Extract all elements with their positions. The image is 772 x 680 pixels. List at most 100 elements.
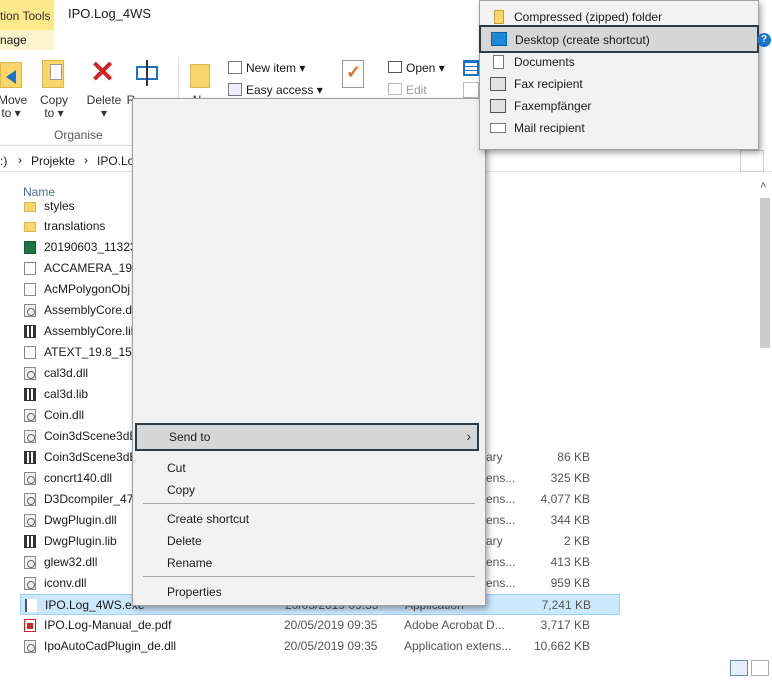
edit-button[interactable]: Edit [386, 81, 446, 99]
move-arrow-icon [6, 70, 16, 84]
dll-icon [24, 640, 36, 653]
list-item[interactable]: IPO.Log-Manual_de.pdf 20/05/2019 09:35 Ado… [20, 615, 620, 636]
details-view-button[interactable] [730, 660, 748, 676]
library-icon [24, 535, 36, 548]
delete-x-icon: ✕ [90, 56, 116, 89]
file-name: translations [44, 219, 106, 233]
scrollbar-thumb[interactable] [760, 198, 770, 348]
help-icon[interactable]: ? [757, 33, 771, 47]
move-to-label: Move to ▾ [0, 93, 28, 120]
select-none-icon[interactable] [463, 82, 479, 98]
dll-icon [24, 493, 36, 506]
tab-application-tools[interactable]: tion Tools [0, 0, 54, 30]
file-name: cal3d.lib [44, 387, 89, 401]
rename-menu-item[interactable]: Rename [133, 552, 485, 574]
file-name: ACCAMERA_19.8 [44, 261, 143, 275]
file-name: Coin.dll [44, 408, 85, 422]
edit-label: Edit [406, 83, 427, 97]
breadcrumb-projekte[interactable]: Projekte [31, 154, 75, 168]
delete-menu-item[interactable]: Delete [133, 530, 485, 552]
new-folder-icon [190, 64, 210, 88]
mail-recipient-label: Mail recipient [514, 121, 585, 135]
open-label: Open ▾ [406, 61, 445, 75]
copy-to-button[interactable]: Copy to ▾ [38, 58, 70, 120]
file-type: Application extens... [404, 639, 512, 653]
dll-icon [24, 409, 36, 422]
file-name: glew32.dll [44, 555, 98, 569]
pdf-icon [24, 619, 36, 632]
folder-icon [24, 222, 36, 232]
desktop-label: Desktop (create shortcut) [515, 33, 650, 47]
address-prefix: :) [0, 154, 8, 168]
list-item[interactable]: IpoAutoCadPlugin_de.dll 20/05/2019 09:35 A… [20, 636, 620, 657]
spreadsheet-icon [24, 241, 36, 254]
breadcrumb-chevron-icon: › [84, 153, 88, 167]
easy-access-button[interactable]: Easy access ▾ [226, 81, 323, 99]
faxempfaenger-label: Faxempfänger [514, 99, 592, 113]
edit-icon [388, 83, 402, 95]
scroll-up-arrow-icon[interactable]: ˄ [760, 180, 766, 192]
tab-manage[interactable]: nage [0, 30, 54, 50]
menu-separator [143, 503, 475, 504]
rename-label: Rename [167, 556, 213, 570]
open-button[interactable]: Open ▾ [386, 59, 456, 77]
file-name: Coin3dScene3dE [44, 429, 138, 443]
create-shortcut-menu-item[interactable]: Create shortcut [133, 508, 485, 530]
documents-icon [493, 55, 504, 69]
documents-label: Documents [514, 55, 575, 69]
mail-icon [490, 123, 506, 133]
file-type: ary [486, 450, 503, 464]
new-item-button[interactable]: New item ▾ [226, 59, 310, 77]
file-name: 20190603_113236 [44, 240, 144, 254]
send-to-faxempfaenger-item[interactable]: Faxempfänger [480, 95, 758, 117]
send-to-desktop-item[interactable]: Desktop (create shortcut) [479, 25, 759, 53]
send-to-label: Send to [169, 430, 211, 444]
file-name: concrt140.dll [44, 471, 113, 485]
delete-ribbon-button[interactable]: ✕ Delete ▾ [84, 58, 124, 120]
address-dropdown-box[interactable] [740, 150, 764, 172]
send-to-menu-item[interactable]: Send to › [135, 423, 479, 451]
file-icon [24, 262, 36, 275]
file-size: 325 KB [550, 471, 590, 485]
file-size: 10,662 KB [533, 639, 590, 653]
properties-label: Properties [167, 585, 222, 599]
dll-icon [24, 577, 36, 590]
move-to-button[interactable]: Move to ▾ [0, 58, 28, 120]
file-date: 20/05/2019 09:35 [284, 618, 378, 632]
rename-cursor-icon [146, 60, 148, 86]
file-name: AssemblyCore.dl [44, 303, 135, 317]
file-type: ens... [486, 555, 516, 569]
file-name: D3Dcompiler_47. [44, 492, 137, 506]
group-organise-label: Organise [54, 128, 103, 142]
file-size: 4,077 KB [540, 492, 590, 506]
file-name: styles [44, 199, 75, 213]
library-icon [24, 451, 36, 464]
file-size: 2 KB [563, 534, 590, 548]
large-icons-view-button[interactable] [751, 660, 769, 676]
dll-icon [24, 514, 36, 527]
send-to-documents-item[interactable]: Documents [480, 51, 758, 73]
new-item-icon [228, 61, 242, 74]
properties-menu-item[interactable]: Properties [133, 581, 485, 603]
copy-label: Copy [167, 483, 196, 497]
copy-to-label: Copy to ▾ [39, 93, 68, 120]
send-to-mail-recipient-item[interactable]: Mail recipient [480, 117, 758, 139]
file-name: Coin3dScene3dE [44, 450, 138, 464]
breadcrumb-ipo-log[interactable]: IPO.Lo [97, 154, 134, 168]
send-to-submenu: Compressed (zipped) folder Desktop (crea… [479, 0, 759, 150]
file-name: cal3d.dll [44, 366, 89, 380]
properties-ribbon-button[interactable]: ✓ [340, 60, 370, 100]
copy-menu-item[interactable]: Copy [133, 479, 485, 501]
file-name: ATEXT_19.8_15.tx [44, 345, 145, 359]
send-to-fax-recipient-item[interactable]: Fax recipient [480, 73, 758, 95]
file-type: ary [486, 534, 503, 548]
library-icon [24, 388, 36, 401]
dll-icon [24, 556, 36, 569]
desktop-icon [491, 32, 507, 46]
select-all-icon[interactable] [463, 60, 479, 76]
file-name: IPO.Log-Manual_de.pdf [44, 618, 172, 632]
dll-icon [24, 430, 36, 443]
cut-menu-item[interactable]: Cut [133, 457, 485, 479]
file-size: 7,241 KB [541, 598, 591, 612]
file-name: IpoAutoCadPlugin_de.dll [44, 639, 177, 653]
